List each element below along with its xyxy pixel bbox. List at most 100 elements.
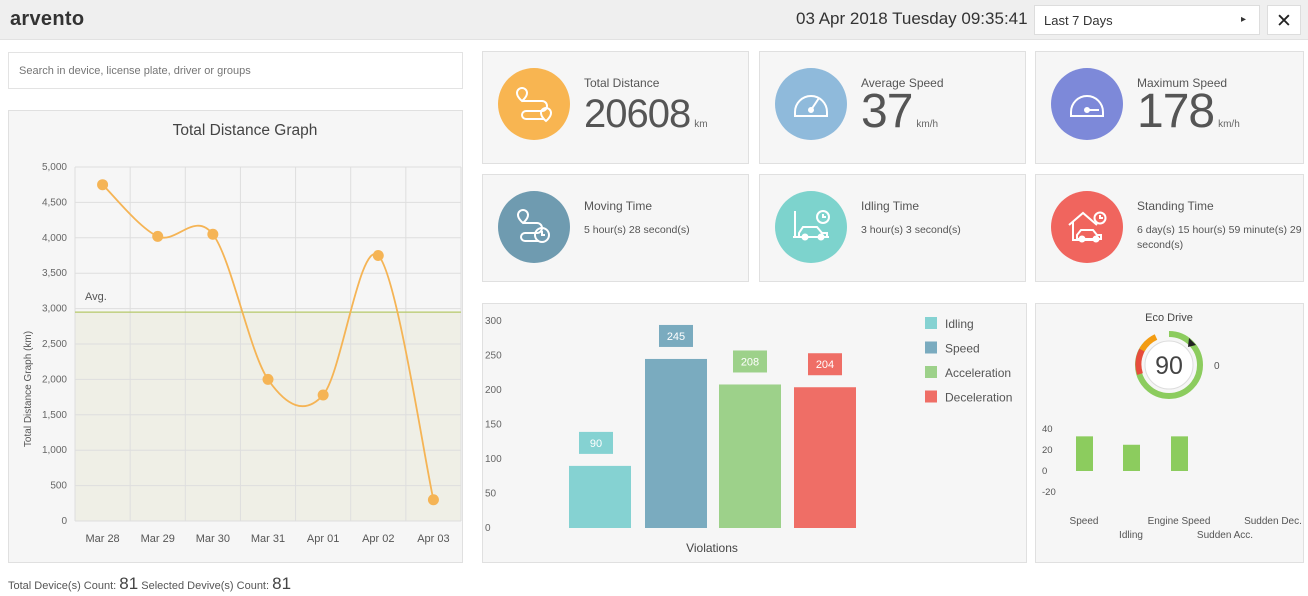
selected-device-count: 81 — [272, 574, 292, 593]
y-tick-label: 0 — [485, 523, 491, 534]
app-logo: arvento — [10, 8, 85, 30]
device-search-input[interactable] — [8, 52, 463, 89]
y-tick-label: 1,500 — [42, 410, 67, 421]
selected-device-label: Selected Devive(s) Count: — [141, 580, 270, 592]
y-tick-label: 200 — [485, 385, 502, 396]
violations-bar-chart: 300 250 200 150 100 50 0 90 245 208 204 Idling Spe… — [485, 316, 1012, 555]
eco-score-gauge: 90 — [1135, 331, 1203, 399]
device-count-footer: Total Device(s) Count: 81 Selected Deviv… — [8, 574, 291, 594]
y-tick-label: 0 — [1042, 466, 1047, 477]
legend-swatch — [925, 366, 937, 378]
x-tick-label: Sudden Dec. — [1244, 516, 1302, 527]
eco-side-value: 0 — [1214, 361, 1220, 372]
speedometer-icon — [775, 68, 847, 140]
maximum-speed-card: Maximum Speed 178 km/h — [1035, 51, 1304, 164]
data-point — [152, 230, 164, 242]
total-device-label: Total Device(s) Count: — [8, 580, 117, 592]
close-icon: ✕ — [1276, 11, 1292, 32]
data-label: 208 — [741, 356, 759, 368]
y-tick-label: 500 — [50, 481, 67, 492]
y-tick-label: 300 — [485, 316, 502, 327]
y-tick-label: 150 — [485, 420, 502, 431]
x-tick-label: Engine Speed — [1148, 516, 1211, 527]
avg-label: Avg. — [85, 291, 107, 303]
total-distance-value: 20608 — [584, 92, 691, 136]
violations-xlabel: Violations — [686, 541, 738, 555]
y-tick-label: 250 — [485, 351, 502, 362]
bar-acceleration — [719, 384, 781, 528]
violations-chart-panel: 300 250 200 150 100 50 0 90 245 208 204 Idling Spe… — [482, 303, 1027, 563]
standing-time-card: Standing Time 6 day(s) 15 hour(s) 59 min… — [1035, 174, 1304, 282]
moving-route-icon — [498, 191, 570, 263]
card-title: Moving Time — [584, 199, 653, 213]
moving-time-card: Moving Time 5 hour(s) 28 second(s) — [482, 174, 749, 282]
data-point — [262, 373, 274, 385]
card-title: Total Distance — [584, 76, 660, 90]
distance-chart-title: Total Distance Graph — [173, 122, 318, 139]
date-range-value: Last 7 Days — [1044, 13, 1113, 28]
legend-label: Speed — [945, 342, 980, 356]
data-point — [372, 250, 384, 261]
x-tick-label: Apr 01 — [307, 533, 339, 545]
card-unit: km/h — [1218, 119, 1240, 130]
y-tick-label: 4,000 — [42, 233, 67, 244]
legend-label: Acceleration — [945, 366, 1011, 380]
idling-time-value: 3 hour(s) 3 second(s) — [861, 224, 961, 236]
legend-swatch — [925, 390, 937, 403]
close-button[interactable]: ✕ — [1267, 5, 1301, 35]
data-label: 245 — [667, 331, 685, 343]
x-tick-label: Idling — [1119, 530, 1143, 541]
legend-label: Deceleration — [945, 391, 1012, 405]
y-tick-label: 1,000 — [42, 445, 67, 456]
bar-deceleration — [794, 387, 856, 528]
top-bar: arvento 03 Apr 2018 Tuesday 09:35:41 Las… — [0, 0, 1308, 40]
eco-bar — [1076, 436, 1093, 471]
y-tick-label: 40 — [1042, 424, 1053, 435]
y-tick-label: 20 — [1042, 445, 1053, 456]
x-tick-label: Mar 28 — [85, 533, 119, 545]
distance-chart-panel: Total Distance Graph Total Distance Grap… — [8, 110, 463, 563]
maximum-speed-value: 178 — [1137, 85, 1215, 138]
avg-area — [75, 312, 461, 521]
eco-drive-panel: Eco Drive 90 0 40 20 0 -20 Speed Idling Engin… — [1035, 303, 1304, 563]
x-tick-label: Speed — [1070, 516, 1099, 527]
eco-drive-chart: Eco Drive 90 0 40 20 0 -20 Speed Idling Engin… — [1042, 312, 1302, 541]
bar-speed — [645, 358, 707, 528]
x-tick-label: Mar 29 — [141, 533, 175, 545]
eco-bar — [1123, 444, 1140, 471]
average-speed-value: 37 — [861, 85, 913, 138]
distance-chart-ylabel: Total Distance Graph (km) — [23, 331, 34, 447]
card-value: 20608 km — [584, 92, 708, 137]
y-tick-label: 0 — [61, 516, 67, 527]
date-range-dropdown[interactable]: Last 7 Days ▸ — [1034, 5, 1260, 35]
current-datetime: 03 Apr 2018 Tuesday 09:35:41 — [796, 9, 1028, 28]
y-tick-label: 5,000 — [42, 162, 67, 173]
card-unit: km/h — [916, 119, 939, 130]
bar-idling — [569, 465, 631, 528]
legend-label: Idling — [945, 317, 974, 331]
total-distance-card: Total Distance 20608 km — [482, 51, 749, 164]
route-icon — [498, 68, 570, 140]
idling-time-card: Idling Time 3 hour(s) 3 second(s) — [759, 174, 1026, 282]
data-point — [427, 494, 439, 506]
max-speedometer-icon — [1051, 68, 1123, 140]
y-tick-label: 50 — [485, 489, 497, 500]
x-tick-label: Mar 31 — [251, 533, 285, 545]
total-device-count: 81 — [119, 574, 139, 593]
data-point — [97, 179, 109, 191]
caret-right-icon: ▸ — [1240, 14, 1246, 25]
eco-score: 90 — [1155, 352, 1183, 380]
y-tick-label: 2,500 — [42, 339, 67, 350]
legend-swatch — [925, 341, 937, 354]
x-tick-label: Apr 02 — [362, 533, 394, 545]
data-point — [317, 389, 329, 401]
x-tick-label: Sudden Acc. — [1197, 530, 1253, 541]
y-tick-label: 2,000 — [42, 374, 67, 385]
card-value: 37 km/h — [861, 84, 938, 139]
card-title: Idling Time — [861, 199, 920, 213]
idling-car-icon — [775, 191, 847, 263]
card-title: Standing Time — [1137, 199, 1214, 213]
moving-time-value: 5 hour(s) 28 second(s) — [584, 224, 690, 236]
eco-drive-title: Eco Drive — [1145, 312, 1193, 324]
y-tick-label: 100 — [485, 454, 502, 465]
